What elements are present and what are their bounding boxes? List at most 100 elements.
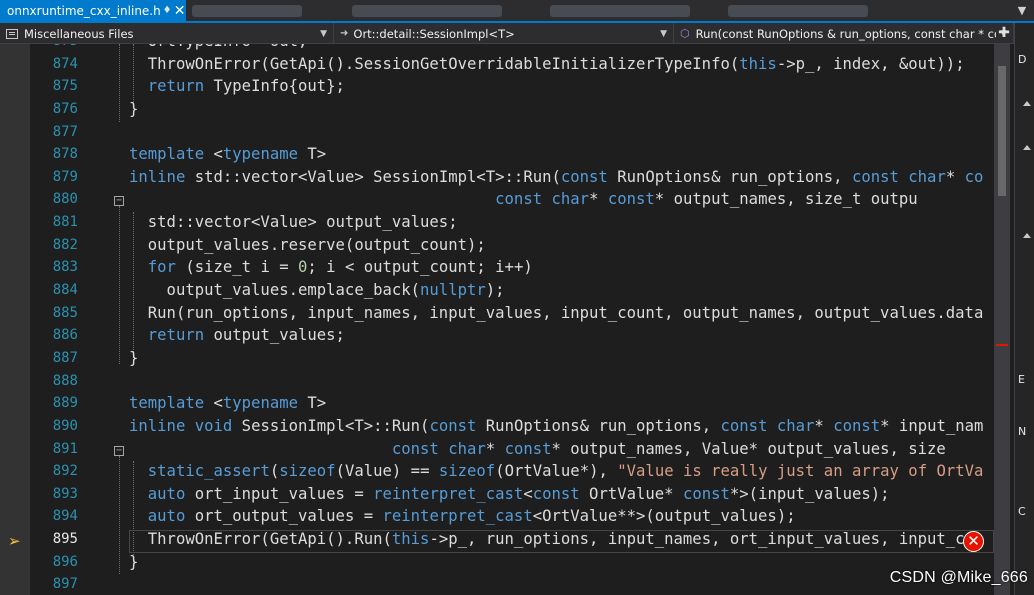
code-token: output_values.emplace_back( xyxy=(129,281,421,300)
code-token: sizeof xyxy=(279,462,336,481)
tab-onnxruntime-cxx-inline[interactable]: onnxruntime_cxx_inline.h ♦ ✕ xyxy=(0,0,186,21)
vertical-scrollbar[interactable] xyxy=(994,44,1010,595)
tab-obscured[interactable] xyxy=(352,5,502,17)
code-line[interactable]: const char* const* output_names, size_t … xyxy=(129,188,994,211)
code-line[interactable]: for (size_t i = 0; i < output_count; i++… xyxy=(129,256,994,279)
code-editor[interactable]: ➢ 873 874 875 876 877 878 879 880 881 882 883 884 88… xyxy=(0,44,994,595)
code-line[interactable]: output_values.emplace_back(nullptr); xyxy=(129,279,994,302)
code-token: OrtValue* xyxy=(579,484,683,503)
code-token: (Value) == xyxy=(335,462,439,481)
line-number: 876 xyxy=(52,100,78,117)
scope-dropdown[interactable]: ➜ Ort::detail::SessionImpl<T> ▼ xyxy=(334,23,674,44)
strip-letter[interactable]: C xyxy=(1018,505,1026,518)
code-line[interactable]: output_values.reserve(output_count); xyxy=(129,234,994,257)
line-number: 889 xyxy=(52,395,78,412)
strip-letter[interactable]: N xyxy=(1018,425,1026,438)
code-token: const xyxy=(682,484,730,503)
navigation-bar: Miscellaneous Files ▼ ➜ Ort::detail::Ses… xyxy=(0,23,1014,44)
line-number: 891 xyxy=(52,440,78,457)
code-token: const xyxy=(607,190,655,209)
code-line[interactable]: } xyxy=(129,551,994,574)
code-token: * output_names, Value* output_values, si… xyxy=(551,439,946,458)
code-token: char xyxy=(776,416,815,435)
outline-guide xyxy=(119,456,120,574)
pin-icon[interactable]: ♦ xyxy=(161,5,174,16)
code-line[interactable]: static_assert(sizeof(Value) == sizeof(Or… xyxy=(129,460,994,483)
line-number: 896 xyxy=(52,553,78,570)
line-number: 892 xyxy=(52,463,78,480)
code-token: reinterpret_cast xyxy=(382,507,533,526)
code-token: co xyxy=(964,167,984,186)
tab-overflow-icon[interactable]: ▼ xyxy=(1010,0,1034,21)
code-line[interactable]: auto ort_output_values = reinterpret_cas… xyxy=(129,505,994,528)
collapse-arrow-icon[interactable] xyxy=(1023,101,1031,106)
code-line[interactable]: Run(run_options, input_names, input_valu… xyxy=(129,302,994,325)
code-text[interactable]: OrtTypeInfo* out; ThrowOnError(GetApi().… xyxy=(129,44,994,595)
code-line[interactable]: return output_values; xyxy=(129,324,994,347)
code-token: const xyxy=(504,439,552,458)
code-token: ThrowOnError(GetApi().Run( xyxy=(129,530,392,549)
code-token: for xyxy=(147,258,176,277)
line-number: 883 xyxy=(52,259,78,276)
code-token: char xyxy=(908,167,946,186)
chevron-down-icon: ▼ xyxy=(660,28,667,39)
current-statement-arrow-icon: ➢ xyxy=(8,532,21,550)
split-editor-icon[interactable]: ✚ xyxy=(995,23,1013,44)
code-line[interactable]: template <typename T> xyxy=(129,143,994,166)
scrollbar-thumb[interactable] xyxy=(998,66,1006,196)
tab-obscured[interactable] xyxy=(550,5,690,17)
outline-guide xyxy=(119,44,120,122)
code-token: * xyxy=(589,190,608,209)
code-token: char xyxy=(551,190,590,209)
strip-letter[interactable]: D xyxy=(1018,53,1026,66)
code-line[interactable] xyxy=(129,121,994,144)
code-line[interactable]: OrtTypeInfo* out; xyxy=(129,44,994,53)
indicator-margin[interactable]: ➢ xyxy=(0,44,30,595)
code-line[interactable]: inline void SessionImpl<T>::Run(const Ru… xyxy=(129,415,994,438)
code-line[interactable]: template <typename T> xyxy=(129,392,994,415)
code-token: 0 xyxy=(298,258,308,277)
close-icon[interactable]: ✕ xyxy=(173,3,186,19)
outlining-margin: − − xyxy=(114,44,128,595)
line-number: 878 xyxy=(52,146,78,163)
tab-obscured[interactable] xyxy=(192,5,302,17)
code-token: ort_input_values = xyxy=(185,484,374,503)
error-icon[interactable]: ✕ xyxy=(963,531,984,552)
method-icon: ⬡ xyxy=(680,27,690,40)
line-number: 888 xyxy=(52,372,78,389)
code-token: ( xyxy=(269,462,280,481)
collapse-region-icon[interactable]: − xyxy=(114,196,124,206)
line-number: 893 xyxy=(52,485,78,502)
project-dropdown[interactable]: Miscellaneous Files ▼ xyxy=(0,23,334,44)
code-line[interactable] xyxy=(129,370,994,393)
collapse-arrow-icon[interactable] xyxy=(1023,233,1031,238)
code-token: < xyxy=(204,145,223,164)
code-line[interactable]: inline std::vector<Value> SessionImpl<T>… xyxy=(129,166,994,189)
code-line[interactable]: ThrowOnError(GetApi().Run(this->p_, run_… xyxy=(129,528,994,551)
code-token: this xyxy=(739,54,777,73)
code-token: auto xyxy=(147,507,186,526)
code-line[interactable]: std::vector<Value> output_values; xyxy=(129,211,994,234)
code-token: <OrtValue**>(output_values); xyxy=(532,507,796,526)
code-token: const xyxy=(560,167,608,186)
code-line[interactable] xyxy=(129,573,994,595)
code-line[interactable]: } xyxy=(129,98,994,121)
code-line[interactable]: return TypeInfo{out}; xyxy=(129,75,994,98)
line-number: 875 xyxy=(52,78,78,95)
code-token: reinterpret_cast xyxy=(373,484,524,503)
collapse-arrow-icon[interactable] xyxy=(1023,145,1031,150)
member-dropdown[interactable]: ⬡ Run(const RunOptions & run_options, co… xyxy=(674,23,1014,44)
member-label: Run(const RunOptions & run_options, cons… xyxy=(695,26,997,41)
strip-letter[interactable]: E xyxy=(1018,373,1025,386)
collapse-region-icon[interactable]: − xyxy=(114,446,124,456)
code-line[interactable]: const char* const* output_names, Value* … xyxy=(129,438,994,461)
code-line[interactable]: ThrowOnError(GetApi().SessionGetOverrida… xyxy=(129,53,994,76)
code-line[interactable]: auto ort_input_values = reinterpret_cast… xyxy=(129,483,994,506)
code-line[interactable]: } xyxy=(129,347,994,370)
tab-obscured[interactable] xyxy=(728,5,868,17)
